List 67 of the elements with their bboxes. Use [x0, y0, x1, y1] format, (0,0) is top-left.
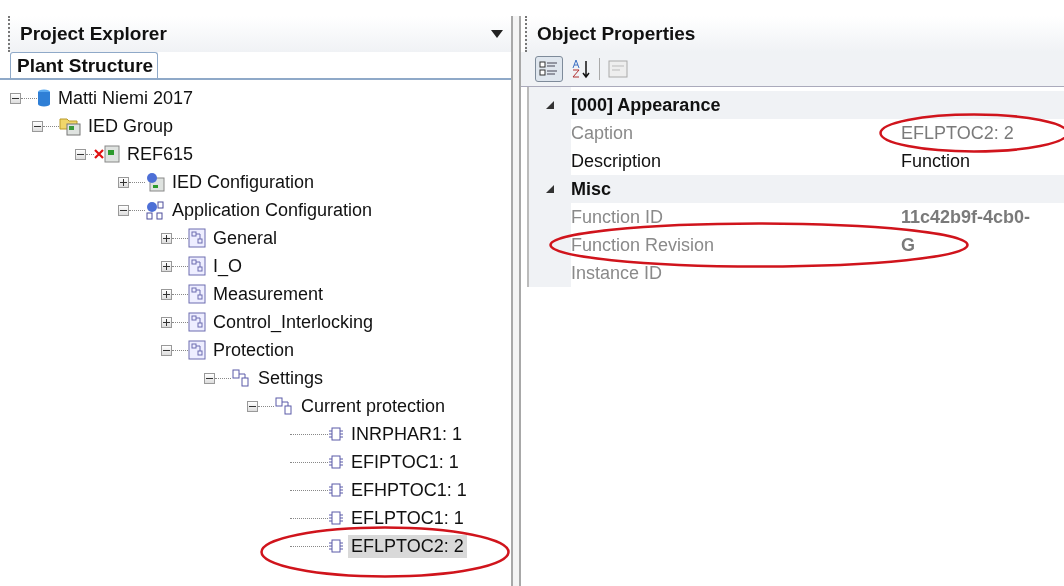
property-value: G — [901, 234, 915, 256]
collapse-icon[interactable] — [32, 120, 43, 132]
diagram-page-icon — [188, 256, 206, 276]
property-name: Function ID — [571, 206, 665, 228]
property-value: EFLPTOC2: 2 — [901, 122, 1014, 144]
expand-icon[interactable] — [161, 316, 172, 328]
property-name: Caption — [571, 122, 635, 144]
property-value: 11c42b9f-4cb0- — [901, 206, 1031, 228]
collapse-icon[interactable] — [204, 372, 215, 384]
tree-item[interactable]: IED Group — [85, 114, 177, 138]
chip-icon — [328, 426, 344, 442]
diagram-page-icon — [188, 228, 206, 248]
tree-item[interactable]: EFLPTOC1: 1 — [348, 506, 467, 530]
tree-item[interactable]: EFHPTOC1: 1 — [348, 478, 470, 502]
dropdown-icon[interactable] — [491, 30, 503, 38]
gear-blocks-icon — [145, 200, 165, 220]
property-name: Function Revision — [571, 234, 716, 256]
tab[interactable]: Plant Structure — [10, 52, 159, 78]
tree-item[interactable]: Protection — [210, 338, 298, 362]
tree-item[interactable]: Settings — [255, 366, 327, 390]
expand-icon[interactable] — [161, 288, 172, 300]
panel-title: Object Properties — [537, 23, 696, 45]
tree-item[interactable]: EFLPTOC2: 2 — [348, 534, 467, 558]
collapse-icon[interactable] — [546, 101, 554, 109]
gear-device-icon — [145, 172, 165, 192]
tree-item[interactable]: Measurement — [210, 282, 327, 306]
diagram-page-icon — [188, 284, 206, 304]
chip-icon — [328, 510, 344, 526]
property-value: Function — [901, 150, 971, 172]
tree-item[interactable]: REF615 — [124, 142, 197, 166]
property-name: Description — [571, 150, 663, 172]
expand-icon[interactable] — [161, 260, 172, 272]
tree-item[interactable]: EFIPTOC1: 1 — [348, 450, 462, 474]
collapse-icon[interactable] — [247, 400, 258, 412]
collapse-icon[interactable] — [10, 92, 21, 104]
expand-icon[interactable] — [161, 232, 172, 244]
chip-icon — [328, 538, 344, 554]
tree-item[interactable]: Application Configuration — [169, 198, 376, 222]
panel-title: Project Explorer — [20, 23, 167, 45]
property-name: Instance ID — [571, 262, 664, 284]
tree-item[interactable]: IED Configuration — [169, 170, 318, 194]
database-icon — [37, 89, 51, 107]
folder-device-icon — [59, 116, 81, 136]
blocks-icon — [231, 368, 251, 388]
tree-item[interactable]: Matti Niemi 2017 — [55, 86, 197, 110]
chip-icon — [328, 454, 344, 470]
category-title: [000] Appearance — [571, 94, 721, 116]
tree-item[interactable]: INRPHAR1: 1 — [348, 422, 466, 446]
chip-icon — [328, 482, 344, 498]
collapse-icon[interactable] — [161, 344, 172, 356]
category-title: Misc — [571, 178, 612, 200]
tree-item[interactable]: Control_Interlocking — [210, 310, 377, 334]
diagram-page-icon — [188, 312, 206, 332]
tree-item[interactable]: I_O — [210, 254, 245, 278]
diagram-page-icon — [188, 340, 206, 360]
sort-az-icon — [571, 59, 591, 79]
categorized-icon — [539, 60, 559, 78]
expand-icon[interactable] — [118, 176, 129, 188]
tree-item[interactable]: Current protection — [298, 394, 449, 418]
property-pages-icon — [608, 60, 628, 78]
collapse-icon[interactable] — [546, 185, 554, 193]
blocks-icon — [274, 396, 294, 416]
toolbar-button[interactable] — [535, 56, 563, 82]
collapse-icon[interactable] — [75, 148, 86, 160]
collapse-icon[interactable] — [118, 204, 129, 216]
tree-item[interactable]: General — [210, 226, 281, 250]
device-icon — [104, 145, 120, 163]
